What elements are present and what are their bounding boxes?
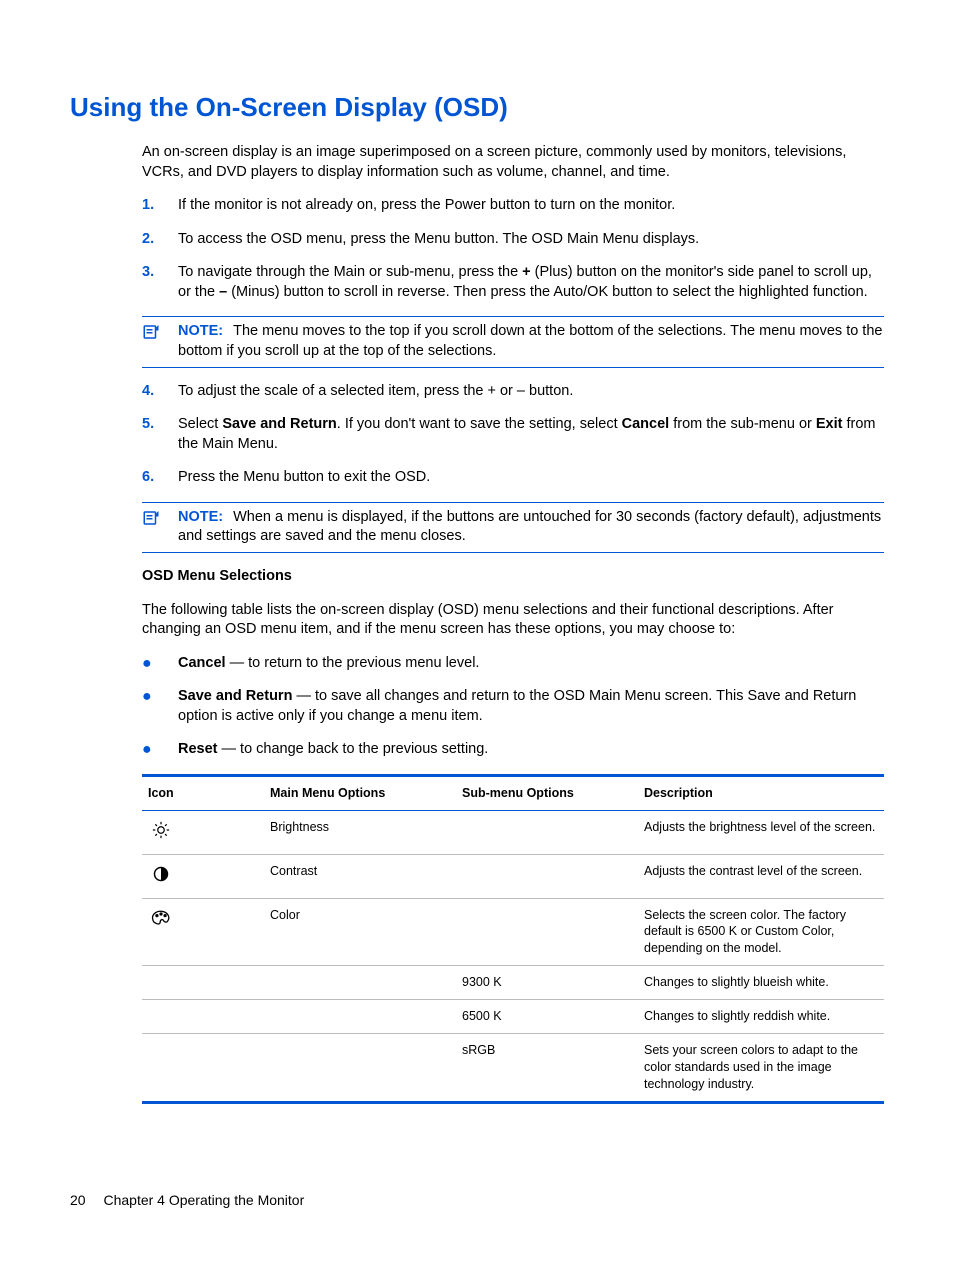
- table-cell-sub: 6500 K: [456, 1000, 638, 1034]
- table-cell-sub: [456, 898, 638, 966]
- bullet-text: Cancel — to return to the previous menu …: [178, 654, 884, 674]
- table-row: Brightness Adjusts the brightness level …: [142, 810, 884, 854]
- step-number: 1.: [142, 196, 178, 216]
- page-footer: 20 Chapter 4 Operating the Monitor: [70, 1191, 304, 1210]
- chapter-label: Chapter 4 Operating the Monitor: [103, 1192, 304, 1208]
- osd-intro-paragraph: The following table lists the on-screen …: [142, 601, 884, 640]
- table-cell-sub: 9300 K: [456, 966, 638, 1000]
- table-header-icon: Icon: [142, 775, 264, 810]
- bullet-icon: ●: [142, 687, 178, 705]
- table-cell-main: [264, 1033, 456, 1102]
- table-cell-desc: Adjusts the brightness level of the scre…: [638, 810, 884, 854]
- table-header-desc: Description: [638, 775, 884, 810]
- color-icon: [142, 898, 264, 966]
- step-text: To adjust the scale of a selected item, …: [178, 382, 884, 402]
- note-callout: NOTE:When a menu is displayed, if the bu…: [142, 502, 884, 553]
- note-text: When a menu is displayed, if the buttons…: [178, 509, 881, 545]
- bullet-icon: ●: [142, 654, 178, 672]
- brightness-icon: [142, 810, 264, 854]
- page-heading: Using the On-Screen Display (OSD): [70, 90, 884, 125]
- step-number: 5.: [142, 415, 178, 435]
- page-number: 20: [70, 1192, 86, 1208]
- table-cell-main: Brightness: [264, 810, 456, 854]
- note-icon: [142, 508, 178, 528]
- table-cell-sub: sRGB: [456, 1033, 638, 1102]
- note-text: The menu moves to the top if you scroll …: [178, 323, 882, 359]
- table-header-sub: Sub-menu Options: [456, 775, 638, 810]
- step-text: Press the Menu button to exit the OSD.: [178, 468, 884, 488]
- bullet-text: Reset — to change back to the previous s…: [178, 740, 884, 760]
- table-cell-desc: Adjusts the contrast level of the screen…: [638, 854, 884, 898]
- contrast-icon: [142, 854, 264, 898]
- table-header-main: Main Menu Options: [264, 775, 456, 810]
- table-cell-desc: Sets your screen colors to adapt to the …: [638, 1033, 884, 1102]
- bullet-icon: ●: [142, 740, 178, 758]
- note-label: NOTE:: [178, 509, 223, 525]
- step-number: 2.: [142, 230, 178, 250]
- table-row: sRGB Sets your screen colors to adapt to…: [142, 1033, 884, 1102]
- table-cell-sub: [456, 854, 638, 898]
- step-text: If the monitor is not already on, press …: [178, 196, 884, 216]
- table-cell-main: Contrast: [264, 854, 456, 898]
- table-cell-desc: Changes to slightly blueish white.: [638, 966, 884, 1000]
- step-text: To navigate through the Main or sub-menu…: [178, 263, 884, 302]
- note-icon: [142, 322, 178, 342]
- table-cell-sub: [456, 810, 638, 854]
- step-text: To access the OSD menu, press the Menu b…: [178, 230, 884, 250]
- step-number: 3.: [142, 263, 178, 283]
- table-row: 9300 K Changes to slightly blueish white…: [142, 966, 884, 1000]
- step-number: 6.: [142, 468, 178, 488]
- table-row: 6500 K Changes to slightly reddish white…: [142, 1000, 884, 1034]
- bullet-text: Save and Return — to save all changes an…: [178, 687, 884, 726]
- osd-menu-table: Icon Main Menu Options Sub-menu Options …: [142, 774, 884, 1104]
- table-cell-main: [264, 1000, 456, 1034]
- table-cell-main: [264, 966, 456, 1000]
- table-row: Color Selects the screen color. The fact…: [142, 898, 884, 966]
- table-cell-desc: Changes to slightly reddish white.: [638, 1000, 884, 1034]
- table-cell-main: Color: [264, 898, 456, 966]
- table-row: Contrast Adjusts the contrast level of t…: [142, 854, 884, 898]
- subsection-heading: OSD Menu Selections: [142, 567, 884, 587]
- step-text: Select Save and Return. If you don't wan…: [178, 415, 884, 454]
- intro-paragraph: An on-screen display is an image superim…: [142, 143, 884, 182]
- note-callout: NOTE:The menu moves to the top if you sc…: [142, 316, 884, 367]
- step-number: 4.: [142, 382, 178, 402]
- table-cell-desc: Selects the screen color. The factory de…: [638, 898, 884, 966]
- note-label: NOTE:: [178, 323, 223, 339]
